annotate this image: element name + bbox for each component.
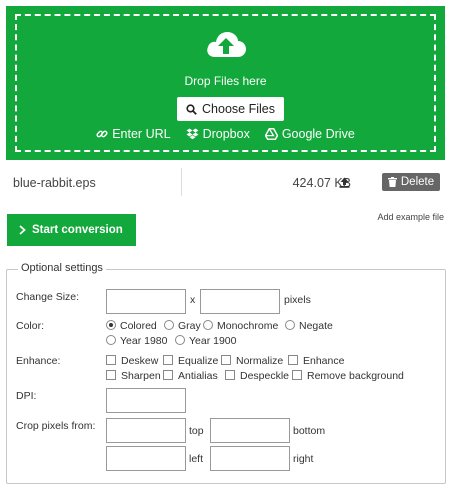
checkbox[interactable] bbox=[106, 355, 116, 365]
enter-url-label: Enter URL bbox=[112, 127, 171, 141]
crop-bottom-input[interactable] bbox=[210, 418, 290, 443]
enhance-option-antialias[interactable]: Antialias bbox=[163, 370, 218, 382]
enhance-option-normalize[interactable]: Normalize bbox=[221, 355, 283, 367]
color-option-monochrome[interactable]: Monochrome bbox=[203, 320, 278, 332]
chevron-right-icon bbox=[19, 225, 26, 235]
color-option-label: Negate bbox=[299, 320, 333, 332]
checkbox[interactable] bbox=[106, 370, 116, 380]
dropbox-label: Dropbox bbox=[202, 127, 250, 141]
file-name: blue-rabbit.eps bbox=[13, 176, 96, 190]
enhance-option-label: Remove background bbox=[307, 370, 404, 382]
file-dropzone[interactable]: Drop Files here Choose Files Enter URL D… bbox=[6, 6, 445, 160]
change-size-label: Change Size: bbox=[16, 291, 80, 303]
enhance-option-label: Antialias bbox=[178, 370, 218, 382]
dpi-label: DPI: bbox=[16, 390, 37, 402]
drop-files-text: Drop Files here bbox=[184, 74, 267, 88]
delete-file-button[interactable]: Delete bbox=[382, 173, 440, 191]
height-input[interactable] bbox=[200, 289, 280, 314]
radio-button[interactable] bbox=[106, 335, 116, 345]
dropbox-link[interactable]: Dropbox bbox=[186, 127, 250, 141]
upload-sources: Enter URL Dropbox Google Drive bbox=[6, 127, 445, 141]
crop-left-label: left bbox=[189, 453, 204, 465]
checkbox[interactable] bbox=[288, 355, 298, 365]
optional-settings-panel: Optional settings Change Size: x pixels … bbox=[6, 262, 446, 484]
checkbox[interactable] bbox=[163, 355, 173, 365]
color-option-year-1980[interactable]: Year 1980 bbox=[106, 335, 168, 347]
color-option-label: Year 1980 bbox=[120, 335, 168, 347]
size-unit-label: pixels bbox=[284, 294, 311, 306]
enhance-option-deskew[interactable]: Deskew bbox=[106, 355, 158, 367]
radio-button[interactable] bbox=[203, 320, 213, 330]
color-option-year-1900[interactable]: Year 1900 bbox=[175, 335, 237, 347]
choose-files-label: Choose Files bbox=[202, 102, 275, 116]
enhance-option-sharpen[interactable]: Sharpen bbox=[106, 370, 161, 382]
radio-button[interactable] bbox=[175, 335, 185, 345]
trash-icon bbox=[387, 177, 397, 187]
color-option-negate[interactable]: Negate bbox=[285, 320, 333, 332]
enhance-option-equalize[interactable]: Equalize bbox=[163, 355, 218, 367]
checkbox[interactable] bbox=[163, 370, 173, 380]
settings-legend: Optional settings bbox=[18, 262, 106, 274]
enhance-option-label: Normalize bbox=[236, 355, 284, 367]
size-x-label: x bbox=[190, 294, 196, 306]
enhance-label: Enhance: bbox=[16, 355, 61, 367]
crop-top-label: top bbox=[189, 425, 204, 437]
color-option-label: Monochrome bbox=[217, 320, 279, 332]
delete-label: Delete bbox=[400, 176, 435, 188]
color-option-colored[interactable]: Colored bbox=[106, 320, 157, 332]
color-option-gray[interactable]: Gray bbox=[164, 320, 201, 332]
enhance-option-label: Sharpen bbox=[121, 370, 161, 382]
choose-files-button[interactable]: Choose Files bbox=[177, 97, 284, 121]
checkbox[interactable] bbox=[225, 370, 235, 380]
enhance-option-label: Enhance bbox=[303, 355, 345, 367]
enhance-option-label: Deskew bbox=[121, 355, 159, 367]
crop-left-input[interactable] bbox=[106, 446, 186, 471]
link-icon bbox=[96, 130, 108, 138]
radio-button[interactable] bbox=[164, 320, 174, 330]
dpi-input[interactable] bbox=[106, 388, 186, 413]
dropbox-icon bbox=[186, 128, 199, 140]
enter-url-link[interactable]: Enter URL bbox=[96, 127, 171, 141]
checkbox[interactable] bbox=[292, 370, 302, 380]
enhance-option-remove-background[interactable]: Remove background bbox=[292, 370, 404, 382]
radio-selected[interactable] bbox=[106, 320, 116, 330]
crop-top-input[interactable] bbox=[106, 418, 186, 443]
upload-status-icon bbox=[339, 177, 350, 188]
checkbox[interactable] bbox=[221, 355, 231, 365]
cloud-upload-icon bbox=[207, 32, 246, 57]
crop-bottom-label: bottom bbox=[293, 425, 326, 437]
color-option-label: Year 1900 bbox=[189, 335, 237, 347]
enhance-option-label: Despeckle bbox=[240, 370, 290, 382]
start-conversion-button[interactable]: Start conversion bbox=[7, 214, 136, 246]
add-example-file-link[interactable]: Add example file bbox=[377, 212, 444, 222]
google-drive-icon bbox=[264, 128, 278, 140]
color-option-label: Colored bbox=[120, 320, 157, 332]
start-conversion-label: Start conversion bbox=[32, 224, 123, 236]
enhance-option-enhance[interactable]: Enhance bbox=[288, 355, 344, 367]
row-divider bbox=[181, 168, 182, 196]
color-label: Color: bbox=[16, 320, 45, 332]
search-icon bbox=[186, 103, 197, 115]
radio-button[interactable] bbox=[285, 320, 295, 330]
color-option-label: Gray bbox=[178, 320, 201, 332]
google-drive-label: Google Drive bbox=[281, 127, 355, 141]
enhance-option-despeckle[interactable]: Despeckle bbox=[225, 370, 289, 382]
crop-right-input[interactable] bbox=[210, 446, 290, 471]
width-input[interactable] bbox=[106, 289, 186, 314]
enhance-option-label: Equalize bbox=[178, 355, 219, 367]
crop-label: Crop pixels from: bbox=[16, 420, 96, 432]
crop-right-label: right bbox=[293, 453, 314, 465]
google-drive-link[interactable]: Google Drive bbox=[264, 127, 355, 141]
